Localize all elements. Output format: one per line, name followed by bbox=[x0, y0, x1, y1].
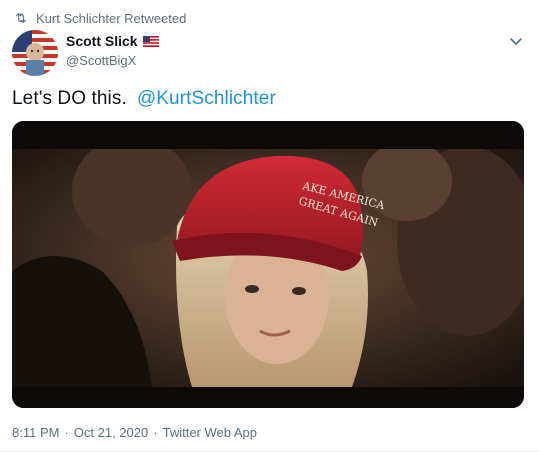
retweet-indicator[interactable]: Kurt Schlichter Retweeted bbox=[12, 10, 186, 26]
retweet-label: Kurt Schlichter Retweeted bbox=[36, 10, 187, 26]
tweet-time[interactable]: 8:11 PM bbox=[12, 425, 59, 440]
video-thumbnail: AKE AMERICA GREAT AGAIN bbox=[12, 121, 524, 408]
display-name[interactable]: Scott Slick bbox=[66, 33, 138, 49]
tweet-source[interactable]: Twitter Web App bbox=[163, 425, 257, 440]
us-flag-icon bbox=[142, 35, 159, 47]
tweet[interactable]: Kurt Schlichter Retweeted Scott Slick @S… bbox=[0, 0, 539, 452]
avatar-image bbox=[12, 30, 58, 76]
tweet-date[interactable]: Oct 21, 2020 bbox=[74, 425, 148, 440]
mention-link[interactable]: @KurtSchlichter bbox=[137, 88, 276, 109]
tweet-text: Let's DO this. @KurtSchlichter bbox=[12, 88, 276, 110]
user-handle: @ScottBigX bbox=[66, 53, 137, 68]
meta-separator: · bbox=[153, 425, 158, 440]
meta-separator: · bbox=[64, 425, 69, 440]
retweet-icon bbox=[16, 13, 26, 23]
video-media[interactable]: AKE AMERICA GREAT AGAIN bbox=[12, 121, 524, 408]
tweet-body: Let's DO this. bbox=[12, 88, 127, 109]
avatar[interactable] bbox=[12, 30, 58, 76]
chevron-down-icon[interactable] bbox=[509, 34, 523, 48]
tweet-meta: 8:11 PM · Oct 21, 2020 · Twitter Web App bbox=[12, 425, 257, 440]
user-info[interactable]: Scott Slick @ScottBigX bbox=[66, 32, 159, 68]
